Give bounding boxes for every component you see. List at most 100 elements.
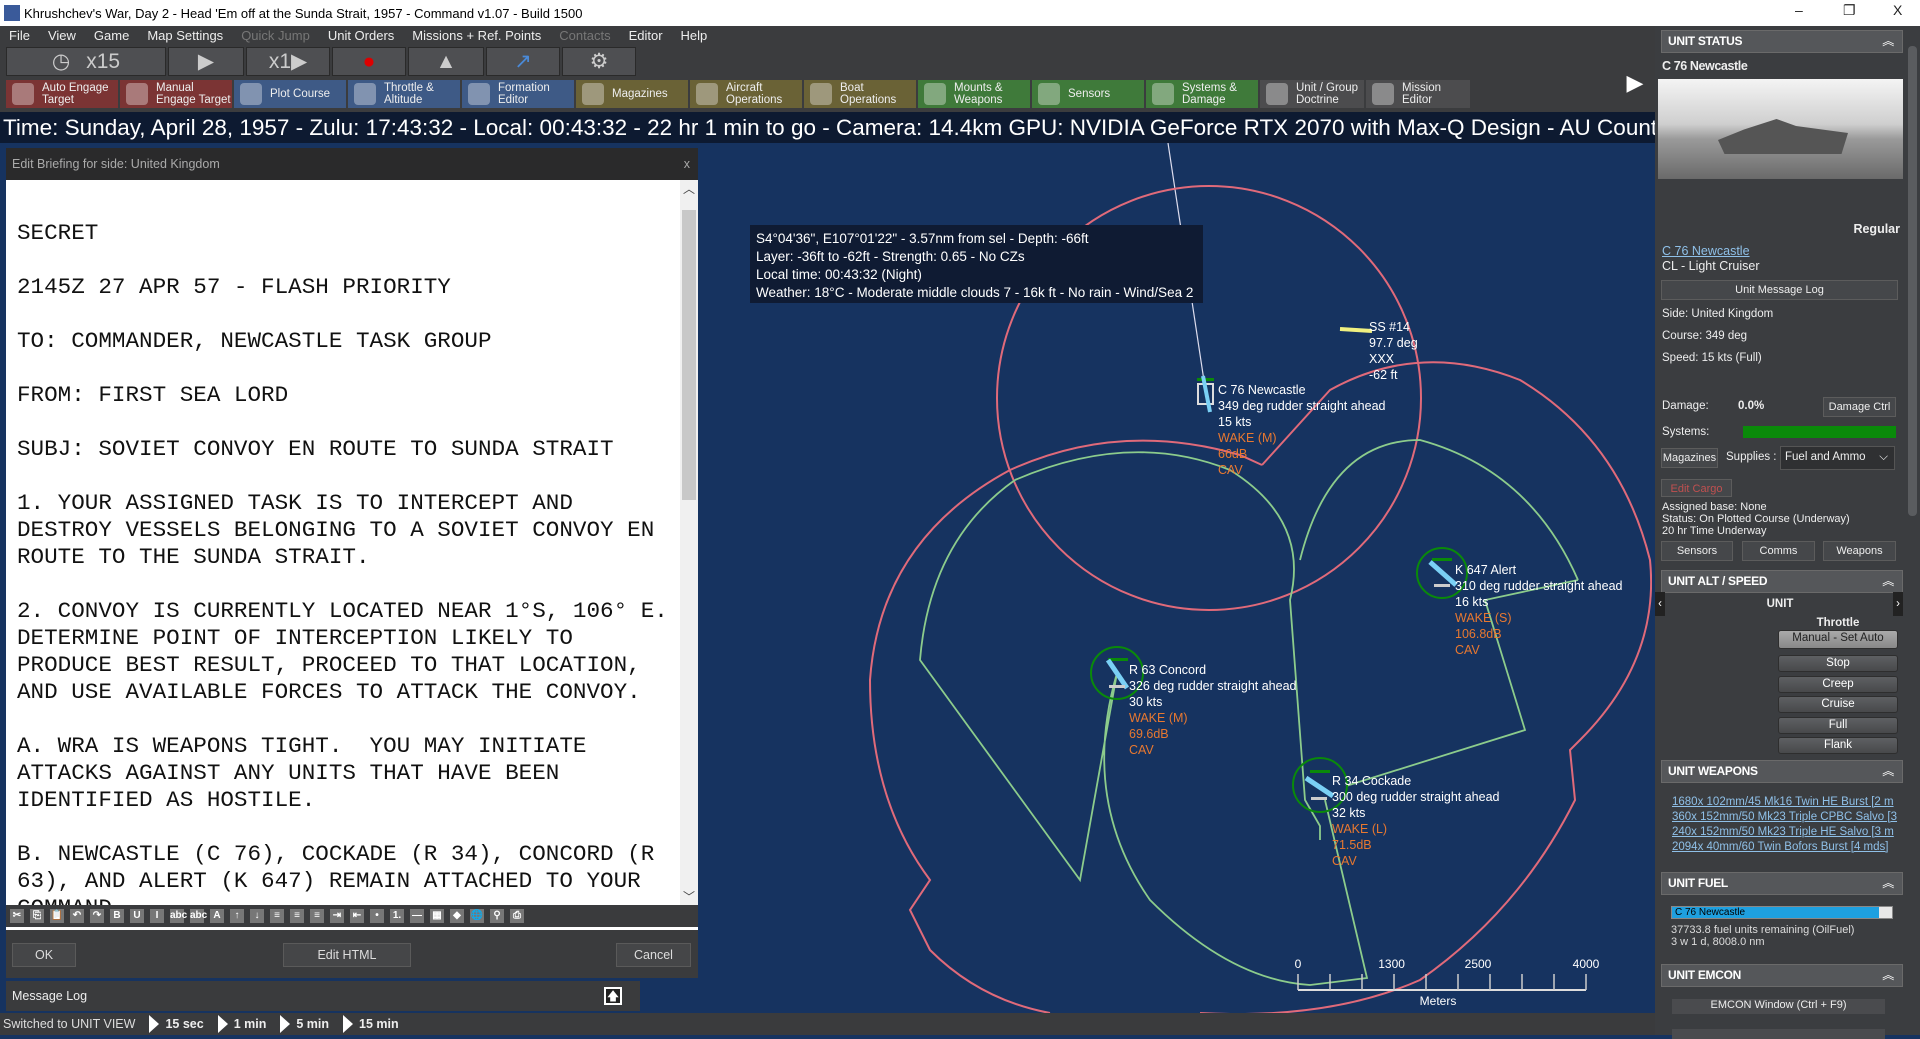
editor-tool-icon[interactable]: abc — [170, 909, 187, 923]
expand-up-icon[interactable]: 🡅 — [604, 987, 622, 1005]
unit-label[interactable]: C 76 Newcastle 349 deg rudder straight ah… — [1218, 382, 1386, 478]
toolbar-unit-group-doctrine[interactable]: Unit / Group Doctrine — [1260, 80, 1364, 108]
emcon-window-button[interactable]: EMCON Window (Ctrl + F9) — [1672, 999, 1885, 1014]
alt-speed-header[interactable]: UNIT ALT / SPEED ︽ — [1661, 570, 1903, 593]
menu-file[interactable]: File — [0, 26, 39, 46]
weapon-link[interactable]: 360x 152mm/50 Mk23 Triple CPBC Salvo [3 — [1672, 810, 1897, 825]
tab-weapons[interactable]: Weapons — [1823, 541, 1896, 561]
toolbar-throttle-altitude[interactable]: Throttle & Altitude — [348, 80, 460, 108]
play-step-icon[interactable] — [280, 1015, 291, 1033]
weapon-link[interactable]: 1680x 102mm/45 Mk16 Twin HE Burst [2 m — [1672, 795, 1897, 810]
time-step-button[interactable]: 5 min — [296, 1017, 329, 1031]
close-button[interactable]: X — [1893, 2, 1902, 18]
restore-button[interactable]: ❐ — [1843, 2, 1856, 19]
briefing-text[interactable]: SECRET 2145Z 27 APR 57 - FLASH PRIORITY TO… — [17, 220, 677, 905]
briefing-editor[interactable]: SECRET 2145Z 27 APR 57 - FLASH PRIORITY TO… — [6, 180, 698, 905]
toolbar-systems-damage[interactable]: Systems & Damage — [1146, 80, 1258, 108]
editor-tool-icon[interactable]: ≡ — [290, 909, 304, 923]
unit-label[interactable]: R 63 Concord 326 deg rudder straight ahea… — [1129, 662, 1297, 758]
minimize-button[interactable]: – — [1795, 2, 1803, 18]
editor-tool-icon[interactable]: • — [370, 909, 384, 923]
unit-message-log-button[interactable]: Unit Message Log — [1661, 280, 1898, 300]
edit-html-button[interactable]: Edit HTML — [283, 943, 411, 967]
editor-tool-icon[interactable]: ↶ — [70, 909, 84, 923]
editor-tool-icon[interactable]: ↓ — [250, 909, 264, 923]
time-step-button[interactable]: 15 min — [359, 1017, 399, 1031]
throttle-stop-button[interactable]: Stop — [1778, 655, 1898, 672]
throttle-creep-button[interactable]: Creep — [1778, 675, 1898, 693]
editor-tool-icon[interactable]: ↑ — [230, 909, 244, 923]
collapse-icon[interactable]: ︽ — [1882, 571, 1894, 592]
editor-tool-icon[interactable]: 🌐 — [470, 909, 484, 923]
wra-window-button[interactable] — [1672, 1029, 1885, 1039]
editor-tool-icon[interactable]: 📋 — [50, 909, 64, 923]
play-button[interactable]: ▶ — [168, 47, 244, 76]
next-arrow-icon[interactable]: › — [1893, 592, 1903, 616]
step-button[interactable]: x1▶ — [246, 47, 330, 76]
layer-button[interactable]: ▲ — [408, 47, 484, 76]
editor-tool-icon[interactable]: — — [410, 909, 424, 923]
throttle-full-button[interactable]: Full — [1778, 716, 1898, 734]
time-step-button[interactable]: 1 min — [234, 1017, 267, 1031]
toolbar-sensors[interactable]: Sensors — [1032, 80, 1144, 108]
supplies-dropdown[interactable]: Fuel and Ammo ⌵ — [1780, 446, 1895, 470]
editor-tool-icon[interactable]: abc — [190, 909, 207, 923]
menu-missions-ref-points[interactable]: Missions + Ref. Points — [403, 26, 550, 46]
collapse-icon[interactable]: ︽ — [1882, 31, 1894, 52]
tab-comms[interactable]: Comms — [1742, 541, 1815, 561]
editor-tool-icon[interactable]: ≡ — [310, 909, 324, 923]
unit-label[interactable]: K 647 Alert 310 deg rudder straight ahead… — [1455, 562, 1623, 658]
unit-label[interactable]: R 34 Cockade 300 deg rudder straight ahea… — [1332, 773, 1500, 869]
editor-tool-icon[interactable]: ⇥ — [330, 909, 344, 923]
weapons-header[interactable]: UNIT WEAPONS ︽ — [1661, 760, 1903, 783]
tab-sensors[interactable]: Sensors — [1661, 541, 1733, 561]
editor-tool-icon[interactable]: ◆ — [450, 909, 464, 923]
editor-tool-icon[interactable]: ≡ — [270, 909, 284, 923]
settings-button[interactable]: ⚙ — [562, 47, 636, 76]
editor-tool-icon[interactable]: 1. — [390, 909, 404, 923]
play-step-icon[interactable] — [343, 1015, 353, 1033]
toolbar-plot-course[interactable]: Plot Course — [234, 80, 346, 108]
panel-scrollbar[interactable] — [1905, 26, 1920, 1035]
editor-tool-icon[interactable]: ⎙ — [510, 909, 524, 923]
close-icon[interactable]: x — [684, 148, 690, 180]
panel-collapse-button[interactable]: ▶ — [1620, 48, 1650, 118]
editor-tool-icon[interactable]: ✂ — [10, 909, 24, 923]
editor-tool-icon[interactable]: ▦ — [430, 909, 444, 923]
collapse-icon[interactable]: ︽ — [1882, 873, 1894, 894]
weapon-link[interactable]: 2094x 40mm/60 Twin Bofors Burst [4 mds] — [1672, 840, 1897, 855]
editor-tool-icon[interactable]: U — [130, 909, 144, 923]
toolbar-boat-operations[interactable]: Boat Operations — [804, 80, 916, 108]
record-button[interactable]: ● — [332, 47, 406, 76]
time-step-button[interactable]: 15 sec — [165, 1017, 203, 1031]
toolbar-aircraft-operations[interactable]: Aircraft Operations — [690, 80, 802, 108]
menu-editor[interactable]: Editor — [620, 26, 672, 46]
toolbar-mounts-weapons[interactable]: Mounts & Weapons — [918, 80, 1030, 108]
play-step-icon[interactable] — [217, 1015, 228, 1033]
contact-ss14-symbol[interactable] — [1339, 327, 1373, 333]
menu-unit-orders[interactable]: Unit Orders — [319, 26, 403, 46]
editor-tool-icon[interactable]: ⇤ — [350, 909, 364, 923]
unit-link[interactable]: C 76 Newcastle — [1662, 244, 1750, 258]
editor-tool-icon[interactable]: I — [150, 909, 164, 923]
toolbar-auto-engage-target[interactable]: Auto Engage Target — [6, 80, 118, 108]
collapse-icon[interactable]: ︽ — [1882, 761, 1894, 782]
message-log-bar[interactable]: Message Log 🡅 — [6, 981, 640, 1011]
cancel-button[interactable]: Cancel — [616, 943, 691, 967]
editor-tool-icon[interactable]: A — [210, 909, 224, 923]
play-step-icon[interactable] — [149, 1015, 160, 1033]
weapon-link[interactable]: 240x 152mm/50 Mk23 Triple HE Salvo [3 m — [1672, 825, 1897, 840]
editor-tool-icon[interactable]: ↷ — [90, 909, 104, 923]
editor-scrollbar[interactable]: ︿ ﹀ — [680, 180, 698, 905]
toolbar-magazines[interactable]: Magazines — [576, 80, 688, 108]
editor-tool-icon[interactable]: B — [110, 909, 124, 923]
magazines-button[interactable]: Magazines — [1661, 448, 1718, 468]
toolbar-manual-engage-target[interactable]: Manual Engage Target — [120, 80, 232, 108]
menu-game[interactable]: Game — [85, 26, 138, 46]
menu-map-settings[interactable]: Map Settings — [138, 26, 232, 46]
unit-status-header[interactable]: UNIT STATUS ︽ — [1661, 30, 1903, 53]
toolbar-mission-editor[interactable]: Mission Editor — [1366, 80, 1470, 108]
emcon-header[interactable]: UNIT EMCON ︽ — [1661, 964, 1903, 987]
toolbar-formation-editor[interactable]: Formation Editor — [462, 80, 574, 108]
editor-tool-icon[interactable]: ⎘ — [30, 909, 44, 923]
